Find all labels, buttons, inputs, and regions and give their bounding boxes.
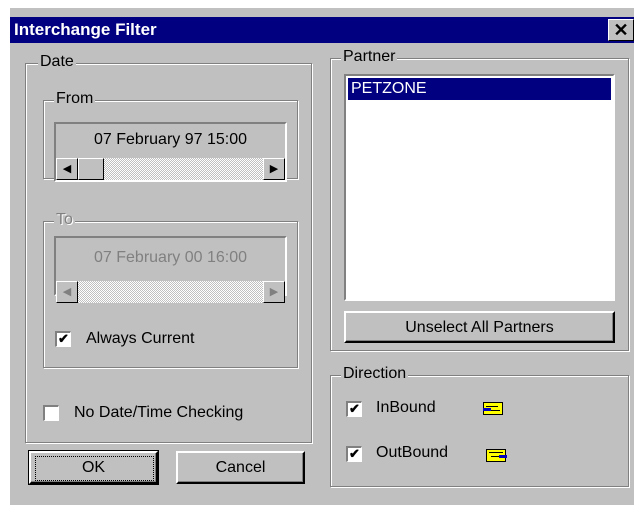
to-scrollbar: ◀ ▶ [56, 281, 285, 303]
from-group-label: From [54, 90, 96, 108]
unselect-all-partners-label: Unselect All Partners [405, 319, 554, 336]
from-scrollbar[interactable]: ◀ ▶ [56, 158, 285, 180]
outbound-label[interactable]: OutBound [376, 444, 448, 462]
scroll-left-button[interactable]: ◀ [56, 158, 78, 180]
outbound-envelope-icon [486, 449, 507, 462]
partner-listbox[interactable]: PETZONE [344, 74, 615, 301]
partner-group-label: Partner [341, 48, 398, 66]
direction-group-label: Direction [341, 365, 409, 383]
scroll-left-button: ◀ [56, 281, 78, 303]
outbound-checkbox[interactable]: ✔ [346, 446, 362, 462]
to-group-label: To [54, 211, 75, 229]
window-title: Interchange Filter [14, 20, 157, 39]
inbound-checkbox[interactable]: ✔ [346, 401, 362, 417]
to-date-value: 07 February 00 16:00 [94, 249, 247, 266]
date-group-label: Date [38, 53, 76, 71]
always-current-label[interactable]: Always Current [86, 330, 194, 348]
right-arrow-icon: ▶ [269, 286, 279, 298]
inbound-label[interactable]: InBound [376, 399, 436, 417]
scroll-track [78, 281, 263, 303]
scroll-right-button[interactable]: ▶ [263, 158, 285, 180]
right-arrow-icon: ▶ [269, 163, 279, 175]
left-arrow-icon: ◀ [62, 286, 72, 298]
no-date-check-label[interactable]: No Date/Time Checking [74, 404, 243, 422]
ok-focus-ring [35, 456, 154, 481]
check-icon: ✔ [349, 401, 360, 416]
cancel-button[interactable]: Cancel [176, 451, 305, 484]
close-icon: ✕ [613, 20, 629, 40]
inbound-envelope-icon [483, 402, 503, 415]
direction-group [330, 375, 629, 487]
always-current-checkbox[interactable]: ✔ [55, 331, 71, 347]
scroll-right-button: ▶ [263, 281, 285, 303]
close-button[interactable]: ✕ [608, 19, 634, 41]
partner-list-item[interactable]: PETZONE [348, 78, 611, 100]
unselect-all-partners-button[interactable]: Unselect All Partners [344, 311, 615, 343]
left-arrow-icon: ◀ [62, 163, 72, 175]
from-date-value: 07 February 97 15:00 [94, 131, 247, 148]
scroll-thumb[interactable] [78, 158, 104, 180]
check-icon: ✔ [58, 331, 69, 346]
check-icon: ✔ [349, 446, 360, 461]
cancel-button-label: Cancel [215, 459, 266, 476]
no-date-check-checkbox[interactable] [43, 405, 59, 421]
scroll-track[interactable] [78, 158, 263, 180]
